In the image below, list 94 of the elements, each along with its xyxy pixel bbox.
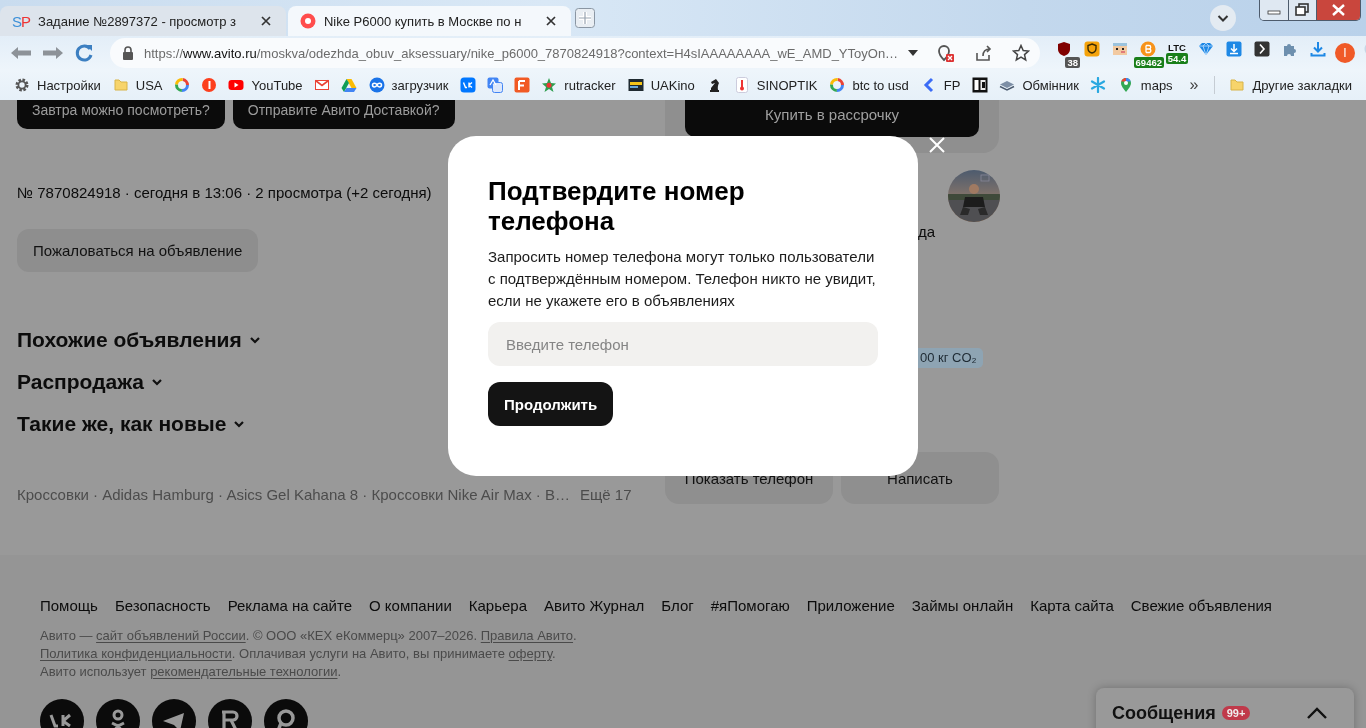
footer-link[interactable]: Займы онлайн: [911, 596, 1014, 616]
footer-link[interactable]: Приложение: [806, 596, 895, 616]
badge-count: 69462: [1133, 57, 1164, 68]
bracket-icon[interactable]: [1254, 41, 1270, 57]
infinity-icon: [368, 77, 385, 93]
address-bar[interactable]: https://www.avito.ru/moskva/odezhda_obuv_aksessuary/nike_p6000_7870824918?context=H4sIAAAAAAAA_wE_AMD_YToyOn…: [110, 38, 1040, 68]
folder-icon: [112, 77, 129, 93]
tag-list: Кроссовки · Adidas Hamburg · Asics Gel Kahana 8 · Кроссовки Nike Air Max · В…: [17, 485, 570, 505]
bookmark-link[interactable]: maps: [1111, 77, 1179, 93]
back-icon[interactable]: [10, 45, 32, 61]
ring-icon[interactable]: [174, 77, 190, 93]
diamond-icon[interactable]: [1198, 41, 1214, 57]
ticker-label: LTC: [1168, 42, 1186, 53]
bookmark-folder[interactable]: Другие закладки: [1223, 77, 1358, 93]
gear-icon: [14, 77, 30, 93]
modal-title: Подтвердите номер телефона: [488, 176, 746, 236]
share-icon[interactable]: [974, 44, 993, 62]
footer-link[interactable]: Безопасность: [114, 596, 211, 616]
translate-icon[interactable]: [486, 77, 503, 93]
more-bookmarks[interactable]: »: [1181, 76, 1207, 94]
url-text: https://www.avito.ru/moskva/odezhda_obuv_aksessuary/nike_p6000_7870824918?context=H4sIAAAAAAAA_wE_AMD_YToyOn…: [144, 45, 899, 61]
bookmark-folder[interactable]: USA: [106, 77, 169, 93]
phone-field[interactable]: Введите телефон: [488, 322, 878, 366]
chevron-up-icon[interactable]: [1306, 706, 1328, 720]
footer-link[interactable]: Авито Журнал: [544, 596, 645, 616]
location-off-icon[interactable]: [936, 44, 955, 62]
installment-button[interactable]: Купить в рассрочку: [685, 100, 979, 137]
bookmark-link[interactable]: YouTube: [222, 77, 309, 93]
triangle-icon[interactable]: [341, 77, 358, 93]
badge-count: 38: [1065, 57, 1080, 68]
browser-tab[interactable]: SP Задание №2897372 - просмотр з: [0, 6, 286, 36]
footer-link[interactable]: Блог: [661, 596, 694, 616]
bookmark-link[interactable]: Настройки: [8, 77, 107, 93]
section-heading[interactable]: Похожие объявления: [17, 327, 242, 353]
footer-link[interactable]: Помощь: [40, 596, 98, 616]
bookmark-link[interactable]: btc to usd: [823, 77, 915, 93]
browser-tab[interactable]: Nike P6000 купить в Москве по н: [287, 6, 572, 36]
film-icon: [627, 77, 644, 93]
bookmark-link[interactable]: загрузчик: [362, 77, 455, 93]
section-heading[interactable]: Распродажа: [17, 369, 144, 395]
site-icon: [299, 13, 316, 29]
download-icon[interactable]: [1310, 41, 1326, 57]
footer-link[interactable]: Реклама на сайте: [227, 596, 353, 616]
close-icon[interactable]: [1316, 0, 1360, 20]
unread-badge: 99+: [1221, 706, 1251, 720]
footer-link[interactable]: #яПомогаю: [710, 596, 790, 616]
bookmark-link[interactable]: SINOPTIK: [727, 77, 824, 93]
reload-icon[interactable]: [74, 43, 94, 63]
modal-text: Запросить номер телефона могут только пользователи с подтверждённым номером. Телефон никто не увидит, если не укажете его в объявлениях: [488, 247, 877, 311]
star-icon: [541, 77, 558, 93]
bookmark-link[interactable]: rutracker: [535, 77, 622, 93]
puzzle-icon[interactable]: [1282, 41, 1298, 57]
continue-button[interactable]: Продолжить: [488, 382, 614, 426]
co2-badge: 00 кг CO₂: [918, 348, 983, 368]
chevron-down-icon[interactable]: [1210, 5, 1236, 31]
legal-text: Авито использует рекомендательные технологии.: [40, 663, 343, 681]
legal-text: Политика конфиденциальности. Оплачивая услуги на Авито, вы принимаете оферту.: [40, 645, 557, 663]
lock-icon: [122, 46, 134, 60]
tile-icon[interactable]: [971, 77, 988, 93]
listing-meta: № 7870824918 · сегодня в 13:06 · 2 просмотра (+2 сегодня): [17, 184, 432, 202]
badge-count: 54.4: [1165, 53, 1189, 64]
legal-text: Авито — сайт объявлений России. © ООО «КЕХ еКоммерц» 2007–2026. Правила Авито.: [40, 627, 578, 645]
report-button[interactable]: Пожаловаться на объявление: [17, 229, 259, 272]
quick-question-button[interactable]: Завтра можно посмотреть?: [17, 100, 225, 129]
bookmark-link[interactable]: Обмінник: [993, 77, 1085, 93]
envelope-icon[interactable]: [314, 77, 331, 93]
star-icon[interactable]: [1012, 44, 1031, 62]
shield-icon[interactable]: [1056, 41, 1072, 57]
quick-question-button[interactable]: Отправите Авито Доставкой?: [232, 100, 455, 129]
messages-title: Сообщения: [1112, 702, 1216, 724]
folder-icon: [1229, 77, 1246, 93]
pixel-face-icon[interactable]: [1112, 41, 1128, 57]
restore-icon[interactable]: [1288, 0, 1316, 20]
footer-link[interactable]: Карта сайта: [1030, 596, 1114, 616]
footer-link[interactable]: Свежие объявления: [1130, 596, 1272, 616]
new-tab-icon[interactable]: [575, 8, 596, 28]
seller-text: да: [918, 223, 937, 240]
footer-link[interactable]: Карьера: [468, 596, 528, 616]
square-logo-icon[interactable]: [459, 77, 476, 93]
site-logo: SP: [12, 12, 31, 30]
download-icon[interactable]: [1226, 41, 1242, 57]
messages-panel[interactable]: Сообщения 99+: [1096, 688, 1354, 728]
caret-icon[interactable]: [908, 50, 919, 56]
section-heading[interactable]: Такие же, как новые: [17, 411, 227, 437]
footer-link[interactable]: О компании: [369, 596, 452, 616]
bookmark-link[interactable]: FP: [914, 77, 967, 93]
ring-icon: [829, 77, 846, 93]
bookmark-link[interactable]: UAKino: [621, 77, 701, 93]
play-icon: [228, 77, 245, 93]
thermometer-icon: [733, 77, 750, 93]
forward-icon[interactable]: [42, 45, 64, 61]
circle-logo-icon[interactable]: [201, 77, 217, 93]
shield-icon[interactable]: [1084, 41, 1100, 57]
tile-icon[interactable]: [513, 77, 530, 93]
